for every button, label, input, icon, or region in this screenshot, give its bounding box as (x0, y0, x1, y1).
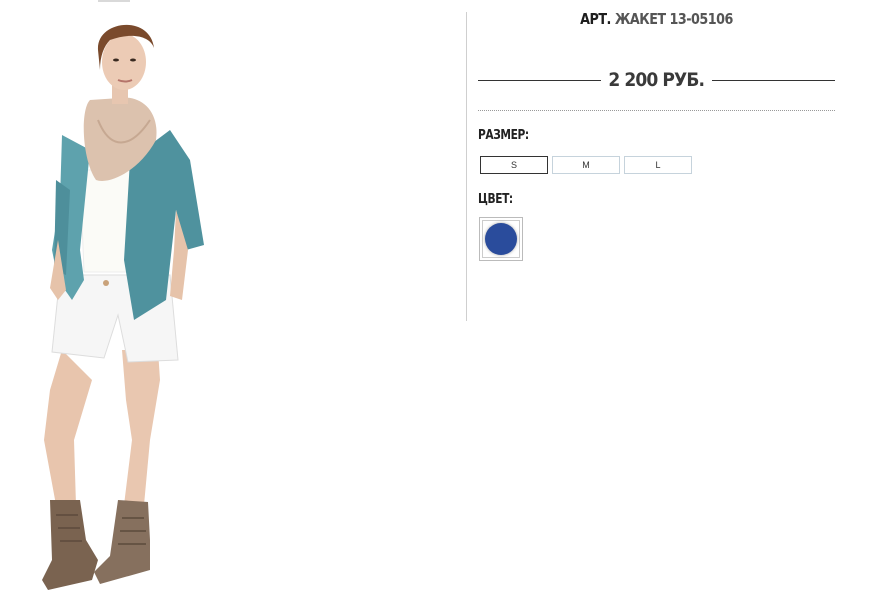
product-info: АРТ. ЖАКЕТ 13-05106 2 200 РУБ. РАЗМЕР: S… (478, 0, 836, 300)
blue-color-dot (485, 223, 517, 255)
price-row: 2 200 РУБ. (478, 66, 836, 94)
price-line-right (711, 79, 836, 81)
price-line-left (478, 79, 602, 81)
size-option-m[interactable]: M (552, 156, 620, 174)
size-option-s[interactable]: S (480, 156, 548, 174)
color-label: ЦВЕТ: (478, 192, 513, 207)
price: 2 200 РУБ. (608, 69, 706, 91)
dotted-separator (478, 110, 835, 111)
size-label: РАЗМЕР: (478, 128, 529, 143)
product-photo[interactable] (0, 0, 230, 605)
size-option-l[interactable]: L (624, 156, 692, 174)
swatch-frame (482, 220, 520, 258)
color-swatch-blue[interactable] (479, 217, 523, 261)
size-options: S M L (480, 156, 692, 174)
model-illustration (42, 24, 204, 590)
vertical-divider (466, 12, 467, 321)
article-number: ЖАКЕТ 13-05106 (614, 10, 734, 28)
article-prefix: АРТ. (580, 10, 611, 28)
product-title: АРТ. ЖАКЕТ 13-05106 (505, 10, 808, 28)
